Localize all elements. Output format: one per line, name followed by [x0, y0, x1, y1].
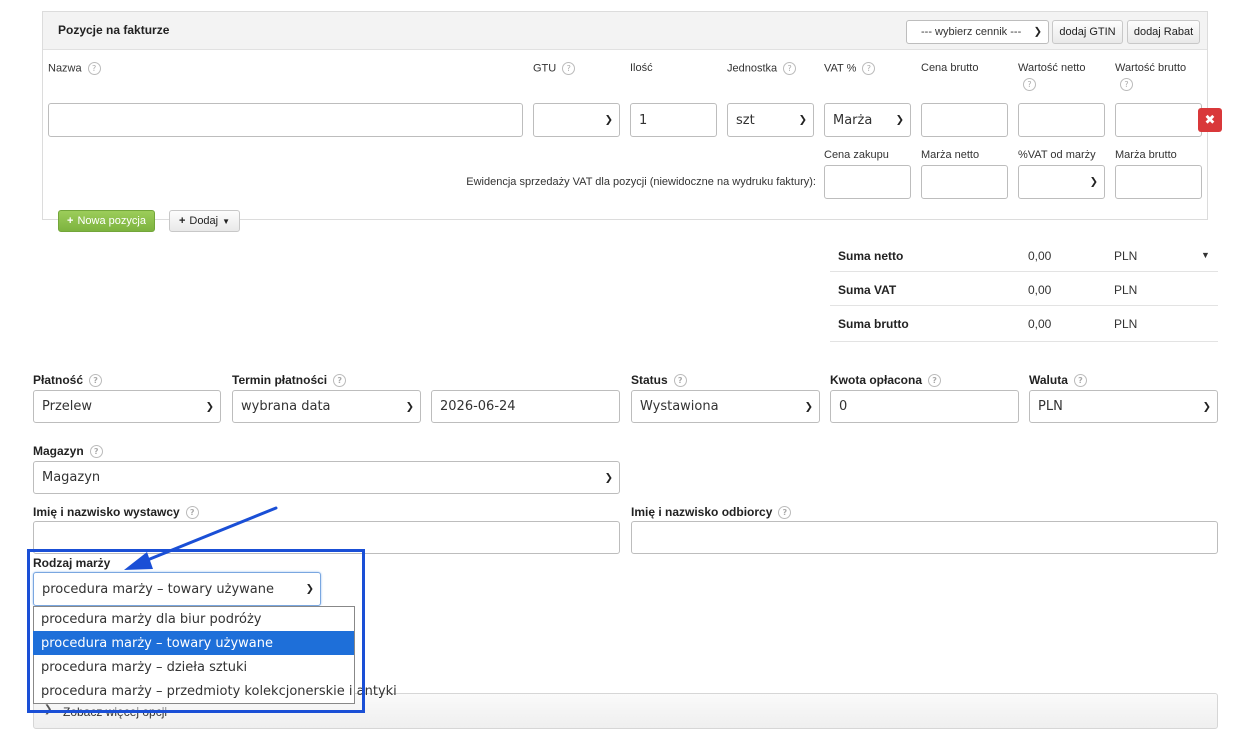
annotation-arrow — [124, 506, 278, 570]
